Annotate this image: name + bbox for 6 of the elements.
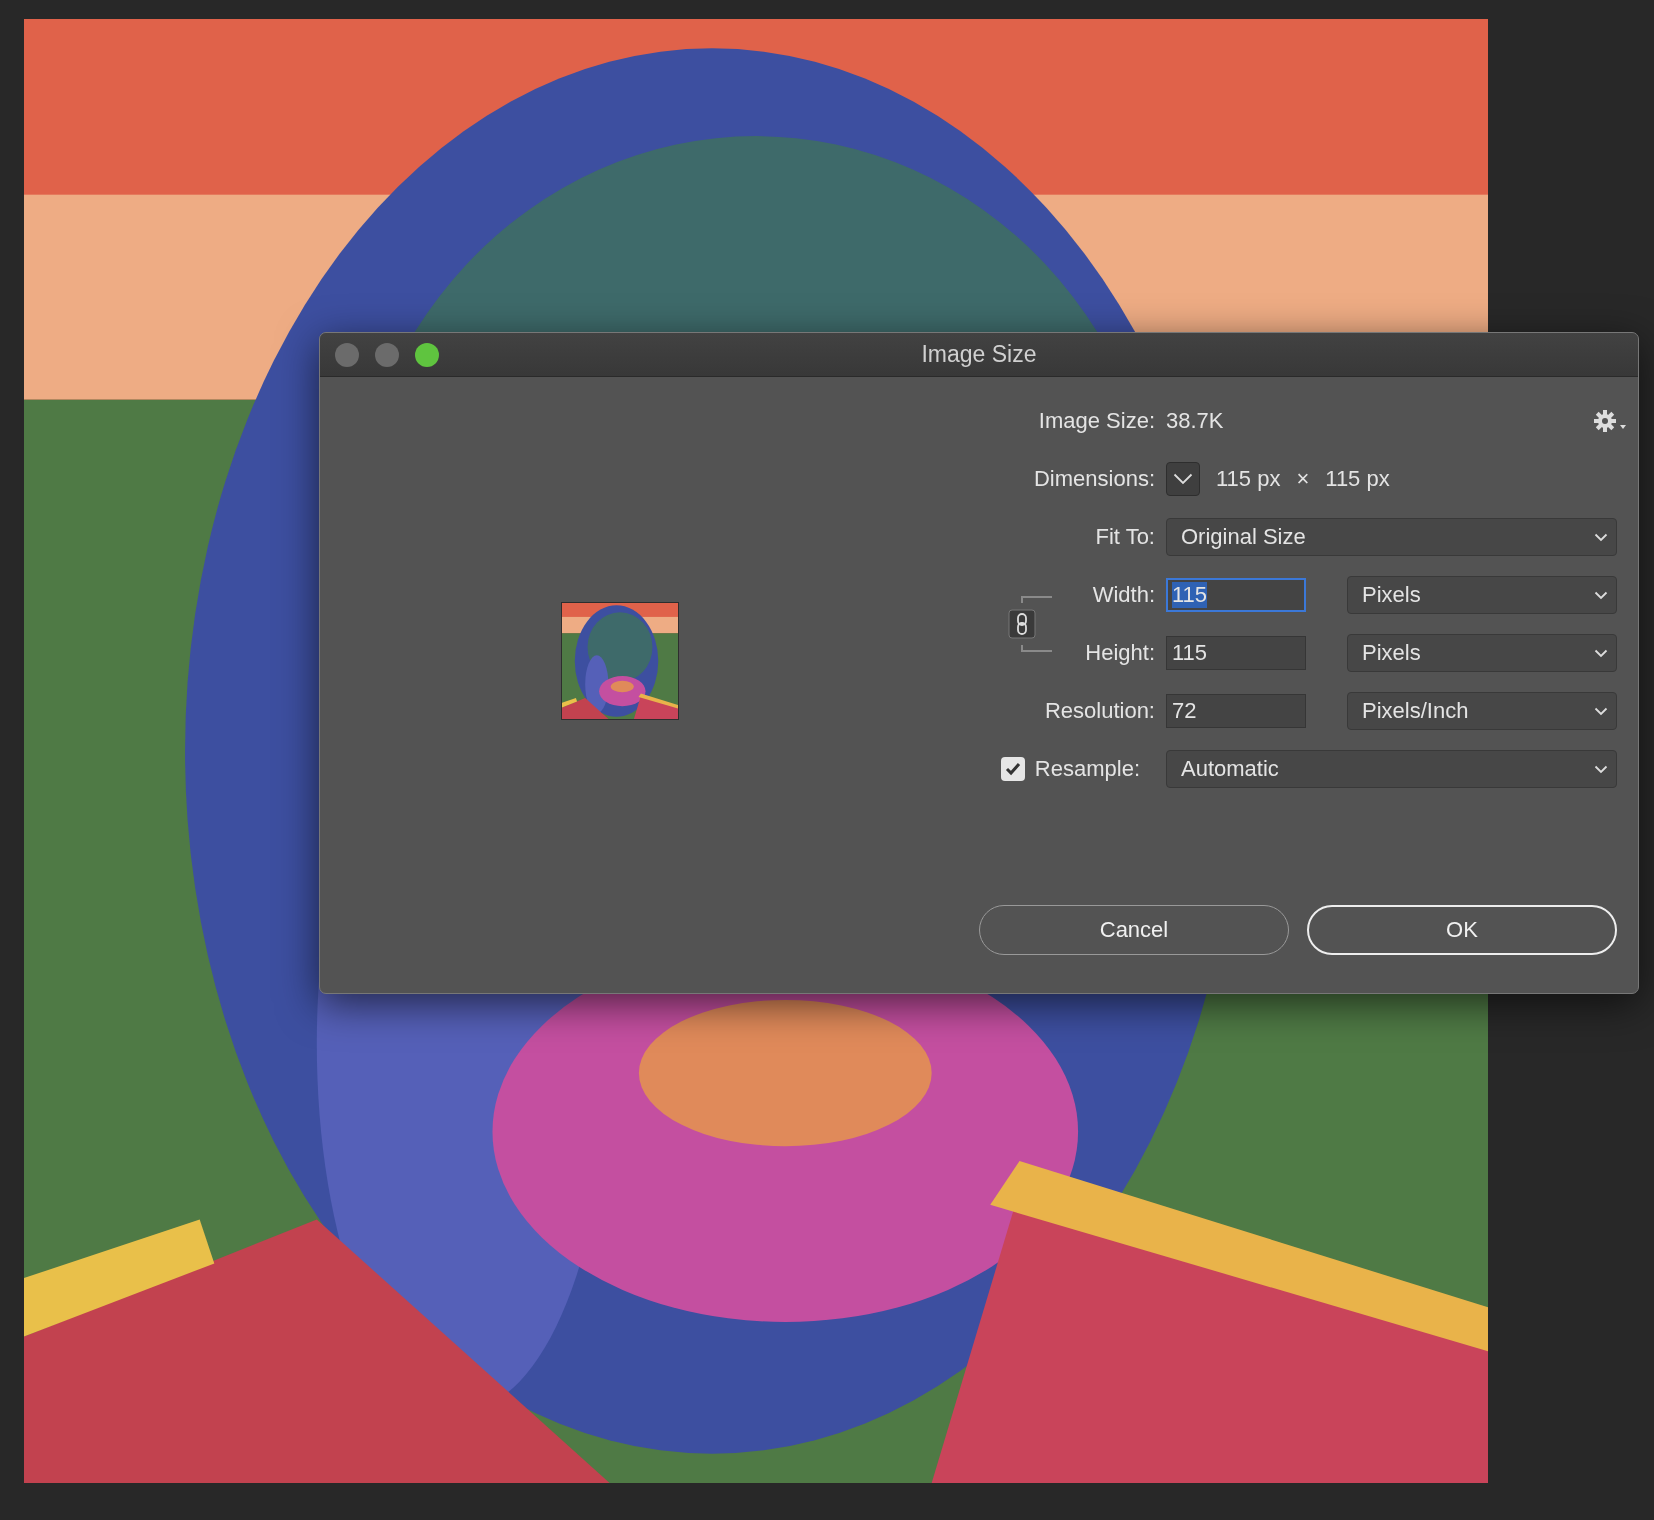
chevron-icon — [1594, 590, 1608, 600]
chevron-icon — [1594, 648, 1608, 658]
chevron-icon — [1594, 706, 1608, 716]
chevron-icon — [1594, 532, 1608, 542]
settings-icon[interactable] — [1594, 410, 1628, 432]
chevron-icon — [1594, 764, 1608, 774]
